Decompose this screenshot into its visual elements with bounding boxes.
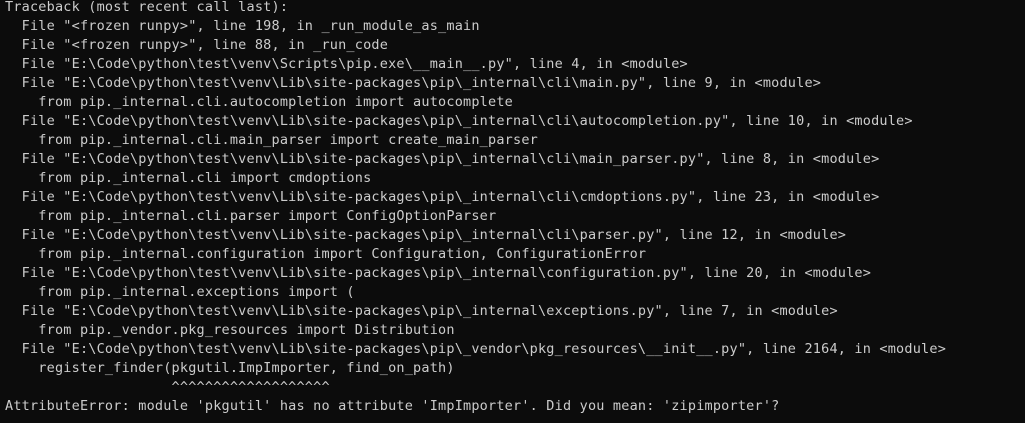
trace-frame-line: File "<frozen runpy>", line 88, in _run_… xyxy=(5,37,389,53)
traceback-header: Traceback (most recent call last): xyxy=(5,0,289,15)
error-message: AttributeError: module 'pkgutil' has no … xyxy=(5,398,780,414)
trace-frame-line: File "E:\Code\python\test\venv\Lib\site-… xyxy=(5,341,947,357)
terminal-output[interactable]: Traceback (most recent call last): File … xyxy=(0,0,1025,423)
trace-source-line: from pip._internal.cli.main_parser impor… xyxy=(5,132,538,148)
trace-source-line: from pip._internal.exceptions import ( xyxy=(5,284,355,300)
trace-frame-line: File "<frozen runpy>", line 198, in _run… xyxy=(5,18,480,34)
trace-source-line: from pip._internal.cli import cmdoptions xyxy=(5,170,372,186)
trace-frame-line: File "E:\Code\python\test\venv\Lib\site-… xyxy=(5,265,872,281)
trace-source-line: from pip._vendor.pkg_resources import Di… xyxy=(5,322,455,338)
trace-frame-line: File "E:\Code\python\test\venv\Lib\site-… xyxy=(5,303,838,319)
trace-source-line: register_finder(pkgutil.ImpImporter, fin… xyxy=(5,360,455,376)
trace-frame-line: File "E:\Code\python\test\venv\Lib\site-… xyxy=(5,189,880,205)
trace-frame-line: File "E:\Code\python\test\venv\Scripts\p… xyxy=(5,56,688,72)
trace-source-line: from pip._internal.configuration import … xyxy=(5,246,647,262)
error-caret-marker: ^^^^^^^^^^^^^^^^^^^ xyxy=(5,379,330,395)
trace-frame-line: File "E:\Code\python\test\venv\Lib\site-… xyxy=(5,227,847,243)
trace-frame-line: File "E:\Code\python\test\venv\Lib\site-… xyxy=(5,151,880,167)
trace-frame-line: File "E:\Code\python\test\venv\Lib\site-… xyxy=(5,113,913,129)
trace-source-line: from pip._internal.cli.autocompletion im… xyxy=(5,94,513,110)
trace-source-line: from pip._internal.cli.parser import Con… xyxy=(5,208,497,224)
trace-frame-line: File "E:\Code\python\test\venv\Lib\site-… xyxy=(5,75,822,91)
